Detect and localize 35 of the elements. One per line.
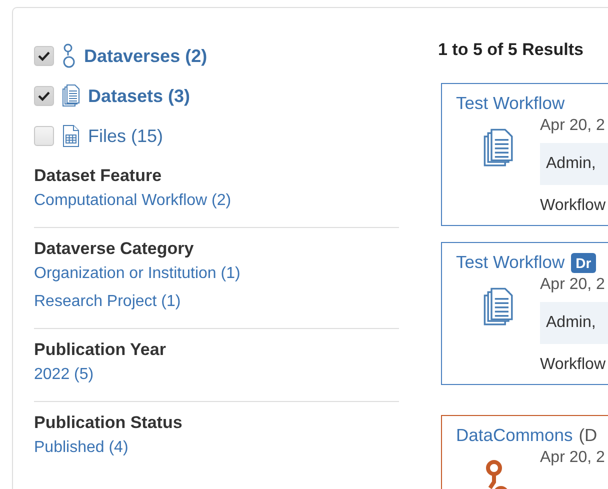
checkbox[interactable] xyxy=(34,126,54,146)
facet-link[interactable]: Published (4) xyxy=(34,434,399,462)
citation-box: Admin, xyxy=(540,302,608,344)
document-stack-icon xyxy=(482,128,514,169)
filter-link[interactable]: Dataverses (2) xyxy=(84,46,208,66)
checkmark-icon xyxy=(38,91,50,101)
result-subtitle: (D xyxy=(578,425,598,446)
spreadsheet-file-icon xyxy=(62,124,80,148)
facet-heading: Publication Year xyxy=(34,339,167,361)
checkmark-icon xyxy=(38,51,50,61)
checkbox[interactable] xyxy=(34,46,54,66)
result-date: Apr 20, 2 xyxy=(540,276,606,294)
facet-heading: Dataset Feature xyxy=(34,165,163,187)
result-title-link[interactable]: Test Workflow xyxy=(456,252,565,273)
filter-link[interactable]: Datasets (3) xyxy=(88,86,190,106)
checkbox[interactable] xyxy=(34,86,54,106)
result-date: Apr 20, 2 xyxy=(540,117,606,135)
document-stack-icon xyxy=(62,84,80,108)
facet-link[interactable]: Computational Workflow (2) xyxy=(34,187,399,215)
result-title-link[interactable]: DataCommons xyxy=(456,425,573,446)
filter-link[interactable]: Files (15) xyxy=(88,126,164,146)
facet-heading: Dataverse Category xyxy=(34,238,195,260)
draft-label: Dr xyxy=(570,252,596,272)
facet-link[interactable]: Organization or Institution (1) xyxy=(34,260,399,288)
results-count: 1 to 5 of 5 Results xyxy=(438,40,584,60)
result-title-link[interactable]: Test Workflow xyxy=(456,93,565,114)
result-date: Apr 20, 2 xyxy=(540,449,606,467)
node-graph-icon xyxy=(62,43,76,69)
document-stack-icon xyxy=(482,287,514,328)
facet-link[interactable]: 2022 (5) xyxy=(34,361,399,389)
result-description: Workflow xyxy=(540,356,606,374)
facet-heading: Publication Status xyxy=(34,412,184,434)
result-description: Workflow xyxy=(540,197,606,215)
citation-box: Admin, xyxy=(540,143,608,185)
facet-link[interactable]: Research Project (1) xyxy=(34,288,399,316)
